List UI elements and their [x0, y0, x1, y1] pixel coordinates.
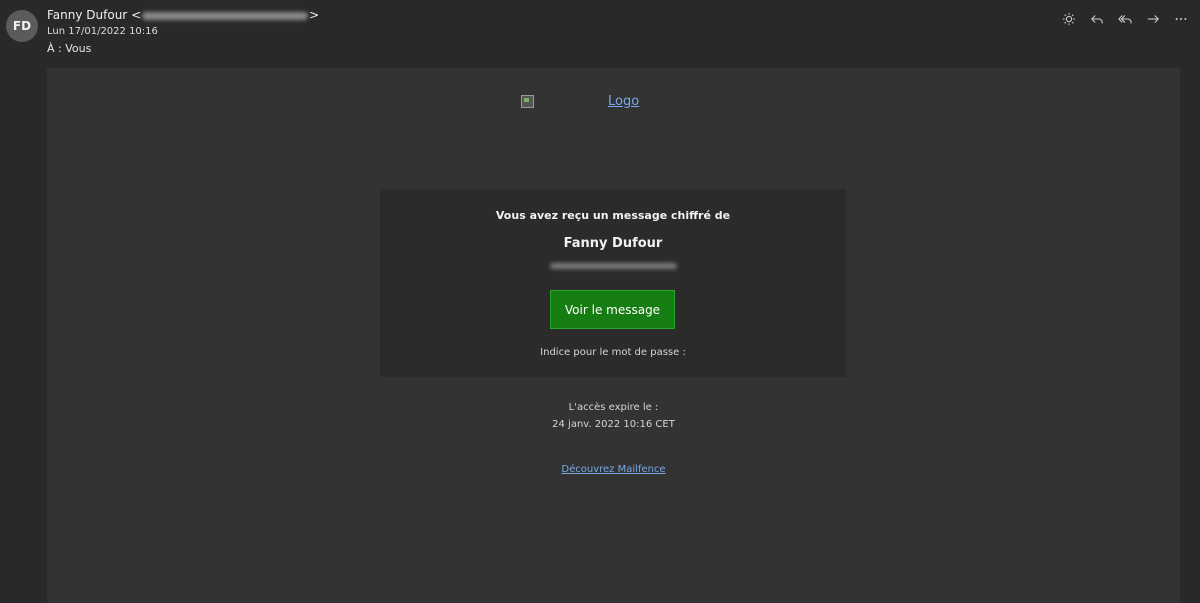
more-icon[interactable]	[1172, 10, 1190, 28]
encrypted-message-card: Vous avez reçu un message chiffré de Fan…	[380, 189, 846, 377]
sender-line: Fanny Dufour < >	[47, 8, 319, 22]
message-header: FD Fanny Dufour < > Lun 17/01/2022 10:16 …	[0, 0, 1200, 66]
sender-name[interactable]: Fanny Dufour	[47, 8, 127, 22]
sender-email-close: >	[309, 8, 320, 22]
password-hint: Indice pour le mot de passe :	[540, 347, 686, 358]
logo-row: Logo	[521, 94, 639, 109]
reply-all-icon[interactable]	[1116, 10, 1134, 28]
reply-icon[interactable]	[1088, 10, 1106, 28]
sun-icon[interactable]	[1060, 10, 1078, 28]
message-toolbar	[1060, 10, 1190, 28]
sender-avatar[interactable]: FD	[6, 10, 38, 42]
recipient-line: À : Vous	[47, 42, 91, 55]
discover-mailfence-link[interactable]: Découvrez Mailfence	[561, 464, 665, 475]
sender-email-blurred	[142, 11, 309, 20]
logo-link[interactable]: Logo	[608, 94, 639, 109]
to-label: À :	[47, 42, 62, 55]
forward-icon[interactable]	[1144, 10, 1162, 28]
card-sender-email-blurred	[550, 263, 677, 269]
broken-image-icon	[521, 95, 534, 108]
card-sender-name: Fanny Dufour	[563, 236, 663, 251]
sender-email-open: <	[131, 8, 142, 22]
expiry-label: L'accès expire le :	[568, 402, 659, 413]
discover-link-row: Découvrez Mailfence	[47, 464, 1180, 475]
message-body: Logo Vous avez reçu un message chiffré d…	[47, 68, 1180, 603]
expiry-date: 24 janv. 2022 10:16 CET	[552, 419, 675, 430]
to-value[interactable]: Vous	[65, 42, 91, 55]
view-message-button[interactable]: Voir le message	[550, 290, 675, 329]
message-date: Lun 17/01/2022 10:16	[47, 26, 158, 37]
card-title: Vous avez reçu un message chiffré de	[495, 209, 731, 222]
